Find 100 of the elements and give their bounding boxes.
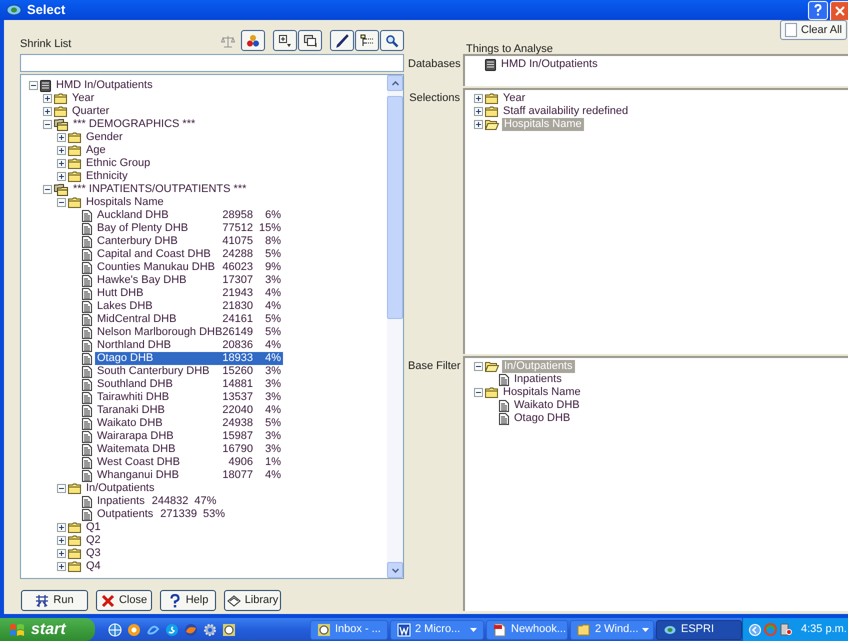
tree-toggle[interactable] xyxy=(57,133,66,142)
scroll-up-button[interactable] xyxy=(387,75,403,91)
tree-toggle[interactable] xyxy=(43,94,52,103)
scroll-down-button[interactable] xyxy=(387,562,403,578)
tree-toggle[interactable] xyxy=(57,562,66,571)
tree-toggle[interactable] xyxy=(43,107,52,116)
expand-icon xyxy=(278,34,292,48)
tree-item[interactable]: Bay of Plenty DHB 77512 15% xyxy=(95,222,283,235)
tree-item[interactable]: Q2 xyxy=(84,534,103,547)
clear-all-button[interactable]: Clear All xyxy=(780,20,847,40)
shrink-list-field[interactable] xyxy=(20,54,404,72)
tree-toggle[interactable] xyxy=(474,362,483,371)
taskbar-button[interactable]: Inbox - ... xyxy=(310,620,388,640)
section-label: Selections xyxy=(408,91,461,106)
tree-item[interactable]: Q4 xyxy=(84,560,103,573)
tree-toggle[interactable] xyxy=(474,120,483,129)
cloud-icon[interactable] xyxy=(165,622,179,636)
tree-item[interactable]: Q3 xyxy=(84,547,103,560)
tree-item[interactable]: Auckland DHB 28958 6% xyxy=(95,209,283,222)
tree-item[interactable]: Hutt DHB 21943 4% xyxy=(95,287,283,300)
gear-icon[interactable] xyxy=(203,622,217,636)
tree-toggle[interactable] xyxy=(57,523,66,532)
close-window-button[interactable] xyxy=(830,0,848,20)
tree-item[interactable]: Otago DHB xyxy=(512,412,572,425)
tree-item[interactable]: HMD In/Outpatients xyxy=(499,58,600,71)
tree-item[interactable]: West Coast DHB 4906 1% xyxy=(95,456,283,469)
tree-item[interactable]: Lakes DHB 21830 4% xyxy=(95,300,283,313)
tree-toggle[interactable] xyxy=(57,172,66,181)
taskbar-button[interactable]: 2 Wind... xyxy=(570,620,654,640)
tree-item[interactable]: Ethnicity xyxy=(84,170,130,183)
tree-item[interactable]: Age xyxy=(84,144,108,157)
tree-item[interactable]: HMD In/Outpatients xyxy=(54,79,155,92)
tree-item[interactable]: Inpatients 244832 47% xyxy=(95,495,218,508)
toolbar-button[interactable] xyxy=(380,30,404,51)
tree-item[interactable]: South Canterbury DHB 15260 3% xyxy=(95,365,283,378)
tree-item[interactable]: Whanganui DHB 18077 4% xyxy=(95,469,283,482)
tree-toggle[interactable] xyxy=(57,536,66,545)
tree-toggle[interactable] xyxy=(474,107,483,116)
tree-item[interactable]: Waikato DHB 24938 5% xyxy=(95,417,283,430)
run-button[interactable]: Run xyxy=(21,590,88,611)
tree-item[interactable]: Taranaki DHB 22040 4% xyxy=(95,404,283,417)
tree-item[interactable]: Counties Manukau DHB 46023 9% xyxy=(95,261,283,274)
help-button[interactable]: Help xyxy=(160,590,216,611)
clock-icon[interactable] xyxy=(222,622,236,636)
tree-toggle[interactable] xyxy=(57,484,66,493)
tree-item[interactable]: Hospitals Name xyxy=(84,196,166,209)
tree-item[interactable]: In/Outpatients xyxy=(84,482,156,495)
ring-icon[interactable] xyxy=(127,622,141,636)
tree-item[interactable]: Tairawhiti DHB 13537 3% xyxy=(95,391,283,404)
document-icon xyxy=(82,366,92,378)
tree-item[interactable]: Quarter xyxy=(70,105,112,118)
tree-toggle[interactable] xyxy=(474,388,483,397)
tree-item[interactable]: Waikato DHB xyxy=(512,399,582,412)
tree-item[interactable]: Year xyxy=(70,92,96,105)
tree-item[interactable]: Staff availability redefined xyxy=(501,105,630,118)
tree-toggle[interactable] xyxy=(29,81,38,90)
tree-toggle[interactable] xyxy=(43,185,52,194)
tree-item[interactable]: Wairarapa DHB 15987 3% xyxy=(95,430,283,443)
toolbar-button[interactable] xyxy=(273,30,297,51)
tree-toggle[interactable] xyxy=(43,120,52,129)
tree-toggle[interactable] xyxy=(57,198,66,207)
scrollbar[interactable] xyxy=(387,75,403,578)
close-button[interactable]: Close xyxy=(96,590,152,611)
taskbar-button[interactable]: ESPRI xyxy=(656,620,742,640)
fox-icon[interactable] xyxy=(184,622,198,636)
tree-item[interactable]: Ethnic Group xyxy=(84,157,152,170)
taskbar-button[interactable]: 2 Micro... xyxy=(390,620,484,640)
document-icon xyxy=(82,378,92,390)
tree-item[interactable]: Northland DHB 20836 4% xyxy=(95,339,283,352)
tree-item[interactable]: Hawke's Bay DHB 17307 3% xyxy=(95,274,283,287)
tree-item[interactable]: Outpatients 271339 53% xyxy=(95,508,228,521)
tree-item[interactable]: *** DEMOGRAPHICS *** xyxy=(71,118,198,131)
tree-item[interactable]: Inpatients xyxy=(512,373,564,386)
toolbar-button[interactable] xyxy=(298,30,322,51)
folder-icon xyxy=(54,93,67,104)
tree-item[interactable]: Canterbury DHB 41075 8% xyxy=(95,235,283,248)
tree-item[interactable]: Q1 xyxy=(84,521,103,534)
tree-item[interactable]: MidCentral DHB 24161 5% xyxy=(95,313,283,326)
taskbar-button[interactable]: Newhook... xyxy=(486,620,568,640)
tree-item[interactable]: Hospitals Name xyxy=(501,386,583,399)
tree-item[interactable]: *** INPATIENTS/OUTPATIENTS *** xyxy=(71,183,248,196)
tree-item[interactable]: Capital and Coast DHB 24288 5% xyxy=(95,248,283,261)
computer-icon[interactable] xyxy=(780,623,792,636)
tree-item[interactable]: Nelson Marlborough DHB26149 5% xyxy=(95,326,283,339)
tree-toggle[interactable] xyxy=(474,94,483,103)
tree-item[interactable]: Southland DHB 14881 3% xyxy=(95,378,283,391)
tree-toggle[interactable] xyxy=(57,159,66,168)
globe-icon[interactable] xyxy=(108,622,122,636)
toolbar-button[interactable] xyxy=(355,30,379,51)
tree-toggle[interactable] xyxy=(57,549,66,558)
library-button[interactable]: Library xyxy=(224,590,281,611)
tree-toggle[interactable] xyxy=(57,146,66,155)
toolbar-button[interactable] xyxy=(241,30,265,51)
tree-item[interactable]: Otago DHB 18933 4% xyxy=(95,352,283,365)
toolbar-button[interactable] xyxy=(330,30,354,51)
tree-item[interactable]: Gender xyxy=(84,131,125,144)
tree-item[interactable]: Year xyxy=(501,92,528,105)
help-title-button[interactable] xyxy=(808,0,828,20)
tree-item[interactable]: Waitemata DHB 16790 3% xyxy=(95,443,283,456)
scroll-thumb[interactable] xyxy=(387,96,403,319)
